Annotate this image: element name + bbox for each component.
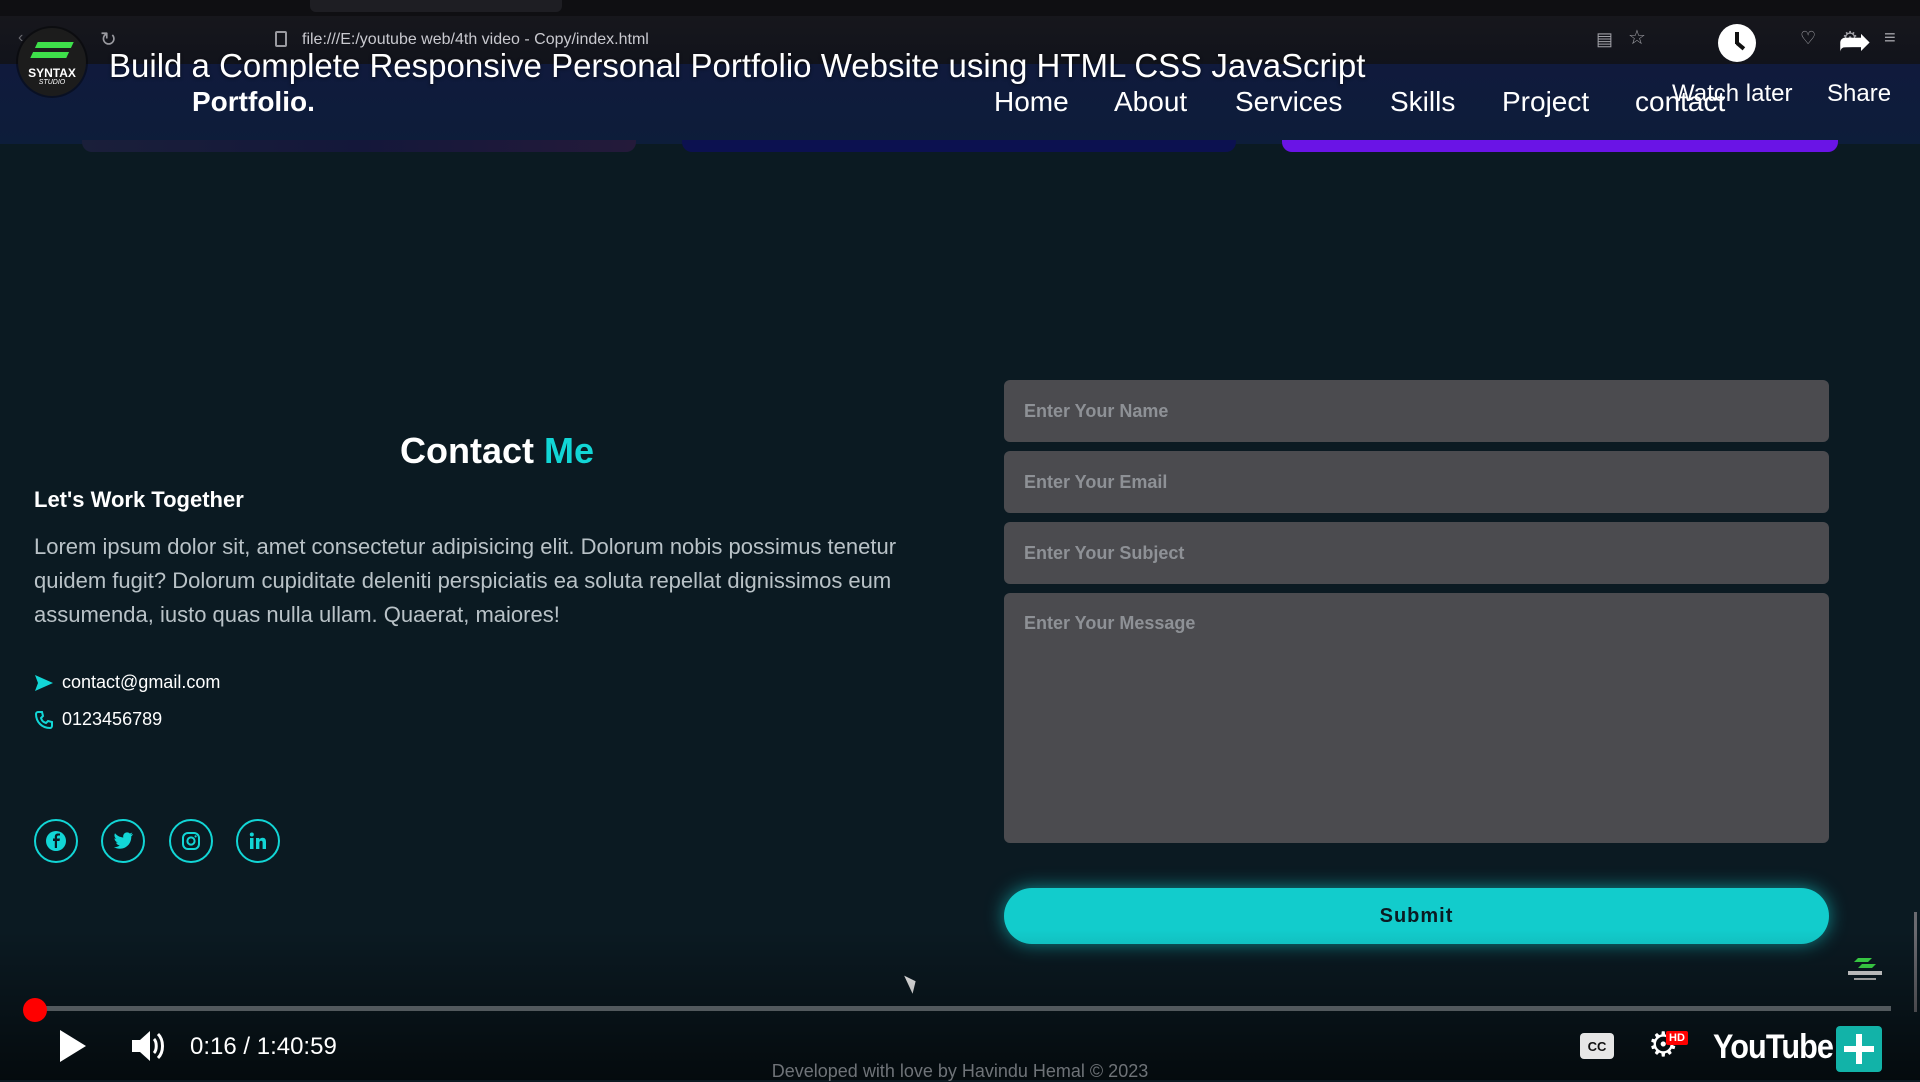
nav-about[interactable]: About — [1114, 86, 1187, 118]
message-textarea[interactable] — [1004, 593, 1829, 843]
progress-scrubber[interactable] — [23, 998, 47, 1022]
linkedin-icon — [249, 832, 266, 849]
captions-button[interactable]: CC — [1580, 1033, 1614, 1059]
instagram-link[interactable] — [169, 819, 213, 863]
site-logo[interactable]: Portfolio. — [192, 86, 315, 118]
hd-badge: HD — [1666, 1031, 1688, 1045]
send-icon — [35, 674, 53, 691]
contact-paragraph: Lorem ipsum dolor sit, amet consectetur … — [34, 534, 897, 627]
channel-avatar[interactable]: SYNTAX STUDIO — [18, 28, 86, 96]
service-card-bottom — [1282, 140, 1838, 152]
share-icon[interactable]: ➦ — [1838, 22, 1872, 62]
watch-later-button[interactable]: Watch later — [1672, 80, 1792, 108]
menu-icon[interactable]: ≡ — [1884, 28, 1896, 48]
browser-tab[interactable] — [310, 0, 562, 12]
reader-view-icon[interactable]: ▤ — [1596, 30, 1613, 48]
pocket-icon[interactable]: ♡ — [1800, 29, 1816, 47]
clock-icon[interactable] — [1718, 24, 1756, 62]
subject-input[interactable] — [1004, 522, 1829, 584]
service-card-bottom — [682, 140, 1236, 152]
share-button[interactable]: Share — [1827, 80, 1891, 108]
bookmark-star-icon[interactable]: ☆ — [1628, 28, 1646, 48]
service-card-bottom — [82, 140, 636, 152]
email-text: contact@gmail.com — [62, 672, 221, 692]
footer-credit: Developed with love by Havindu Hemal © 2… — [771, 1061, 1149, 1081]
volume-icon[interactable] — [128, 1026, 168, 1066]
phone-text: 0123456789 — [62, 709, 163, 729]
twitter-icon — [113, 832, 133, 849]
page-icon — [275, 31, 287, 47]
instagram-icon — [182, 832, 200, 850]
nav-project[interactable]: Project — [1502, 86, 1589, 118]
nav-home[interactable]: Home — [994, 86, 1069, 118]
linkedin-link[interactable] — [236, 819, 280, 863]
nav-skills[interactable]: Skills — [1390, 86, 1455, 118]
channel-logo-mark — [30, 42, 74, 58]
play-icon[interactable] — [60, 1030, 86, 1062]
contact-email[interactable]: contact@gmail.com — [34, 672, 220, 693]
email-input[interactable] — [1004, 451, 1829, 513]
nav-services[interactable]: Services — [1235, 86, 1342, 118]
facebook-link[interactable] — [34, 819, 78, 863]
channel-subname: STUDIO — [38, 79, 66, 86]
facebook-icon — [46, 831, 66, 851]
channel-name: SYNTAX — [28, 66, 76, 80]
twitter-link[interactable] — [101, 819, 145, 863]
browser-tab-strip — [0, 0, 1920, 16]
contact-subheading: Let's Work Together — [34, 487, 244, 512]
video-title[interactable]: Build a Complete Responsive Personal Por… — [109, 47, 1365, 85]
time-display: 0:16 / 1:40:59 — [190, 1033, 337, 1060]
name-input[interactable] — [1004, 380, 1829, 442]
contact-heading: Contact Me — [400, 430, 594, 472]
phone-icon — [34, 710, 53, 729]
contact-phone[interactable]: 0123456789 — [34, 709, 162, 730]
contact-heading-text: Contact — [400, 430, 544, 471]
progress-track[interactable] — [34, 1006, 1891, 1011]
contact-heading-accent: Me — [544, 430, 595, 471]
